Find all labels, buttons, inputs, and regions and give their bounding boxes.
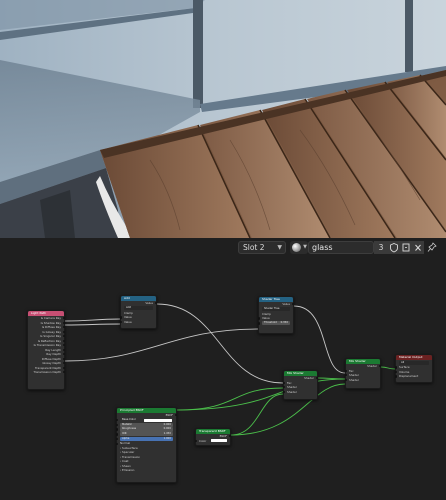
- output-label: Is Reflection Ray: [37, 338, 61, 343]
- input-socket[interactable]: [282, 381, 285, 384]
- ior-field[interactable]: IOR 1.450: [115, 432, 173, 437]
- input-socket[interactable]: [394, 375, 397, 378]
- input-label: Value: [124, 319, 132, 324]
- output-label: Shader: [367, 364, 377, 368]
- link-light-path-add-2: [64, 323, 122, 326]
- input-socket[interactable]: [115, 423, 118, 427]
- node-transparent-bsdf[interactable]: Transparent BSDF BSDF Color: [194, 428, 232, 446]
- output-label: Value: [145, 301, 153, 305]
- blender-window: Slot 2 ▼ ▼ glass 3 Light Path Is Camera …: [0, 0, 446, 500]
- input-socket[interactable]: [257, 317, 260, 320]
- link-light-path-add-1: [64, 318, 122, 322]
- input-label: Fac: [287, 380, 292, 385]
- threshold-field[interactable]: Threshold 0.350: [257, 321, 290, 326]
- input-label: Fac: [349, 368, 354, 373]
- output-label: Is Glossy Ray: [42, 329, 61, 334]
- node-material-output[interactable]: Material Output All Surface Volume Displ…: [394, 354, 433, 383]
- input-label: Shader: [349, 373, 359, 377]
- output-label: Glossy Depth: [42, 361, 61, 365]
- target-dropdown[interactable]: All: [399, 360, 429, 365]
- clamp-checkbox-label[interactable]: Clamp: [262, 312, 271, 316]
- mode-dropdown[interactable]: Shader Tree: [262, 307, 290, 312]
- roughness-field[interactable]: Roughness 0.000: [115, 427, 173, 432]
- output-label: BSDF: [219, 434, 227, 438]
- operation-dropdown[interactable]: Add: [124, 306, 153, 311]
- input-socket[interactable]: [344, 378, 347, 381]
- input-socket[interactable]: [115, 437, 118, 441]
- input-socket[interactable]: [344, 374, 347, 377]
- node-header[interactable]: Material Output: [396, 355, 432, 360]
- input-label: Shader: [287, 385, 297, 389]
- node-principled-bsdf[interactable]: Principled BSDF BSDF Base Color Metallic…: [115, 407, 178, 483]
- input-socket[interactable]: [194, 439, 197, 442]
- base-color-field[interactable]: Base Color: [115, 418, 173, 423]
- input-socket[interactable]: [282, 390, 285, 393]
- link-mix1-mix2: [317, 377, 346, 380]
- input-label: Shader: [349, 377, 359, 382]
- output-label: Ray Length: [45, 347, 61, 352]
- output-label: Is Camera Ray: [40, 316, 61, 320]
- output-label: Value: [282, 302, 290, 306]
- output-label: Is Transmission Ray: [33, 343, 61, 347]
- input-label: Value: [124, 315, 132, 320]
- output-label: Transmission Depth: [33, 370, 61, 374]
- link-mix2-output: [380, 366, 396, 370]
- input-socket[interactable]: [115, 433, 118, 436]
- input-socket[interactable]: [115, 442, 118, 445]
- input-socket[interactable]: [115, 428, 118, 431]
- panel-emission[interactable]: › Emission: [117, 468, 176, 473]
- node-light-path[interactable]: Light Path Is Camera Ray Is Shadow Ray I…: [27, 310, 66, 390]
- input-socket[interactable]: [344, 369, 347, 372]
- input-socket[interactable]: [394, 370, 397, 374]
- input-label: Value: [262, 316, 270, 321]
- color-swatch[interactable]: [144, 418, 172, 422]
- clamp-checkbox-label[interactable]: Clamp: [124, 311, 133, 315]
- link-light-path-shader-tree: [64, 328, 259, 362]
- input-label: Volume: [399, 369, 410, 374]
- link-principled-mix2: [176, 378, 346, 411]
- input-label: Displacement: [399, 374, 419, 379]
- color-swatch[interactable]: [211, 439, 227, 443]
- output-label: Shader: [304, 376, 314, 380]
- output-label: Is Singular Ray: [40, 334, 61, 338]
- node-mix-shader-2[interactable]: Mix Shader Shader Fac Shader Shader: [344, 358, 382, 389]
- output-label: BSDF: [165, 413, 173, 417]
- alpha-field[interactable]: Alpha 1.000: [115, 436, 173, 441]
- render-viewport[interactable]: [0, 0, 446, 238]
- input-socket[interactable]: [115, 419, 118, 422]
- output-label: Diffuse Depth: [41, 356, 61, 361]
- node-shader-tree[interactable]: Shader Tree Value Shader Tree Clamp Valu…: [257, 296, 295, 334]
- color-row[interactable]: Color: [194, 439, 230, 444]
- output-label: Is Diffuse Ray: [41, 325, 61, 329]
- input-socket[interactable]: [282, 386, 285, 389]
- input-label: Normal: [120, 441, 131, 446]
- input-socket[interactable]: [394, 366, 397, 369]
- input-label: Shader: [287, 389, 297, 394]
- node-mix-shader-1[interactable]: Mix Shader Shader Fac Shader Shader: [282, 370, 319, 400]
- node-math-add[interactable]: Add Value Add Clamp Value Value: [119, 295, 158, 329]
- render-image: [0, 0, 446, 238]
- input-label: Surface: [399, 365, 410, 370]
- input-socket[interactable]: [257, 322, 260, 325]
- shader-editor[interactable]: Slot 2 ▼ ▼ glass 3 Light Path Is Camera …: [0, 238, 446, 500]
- input-socket[interactable]: [119, 320, 122, 324]
- output-label: Ray Depth: [46, 352, 61, 356]
- input-socket[interactable]: [119, 316, 122, 319]
- output-label: Transparent Depth: [35, 365, 61, 370]
- link-shader-tree-mix2: [293, 305, 346, 374]
- output-label: Is Shadow Ray: [40, 320, 61, 325]
